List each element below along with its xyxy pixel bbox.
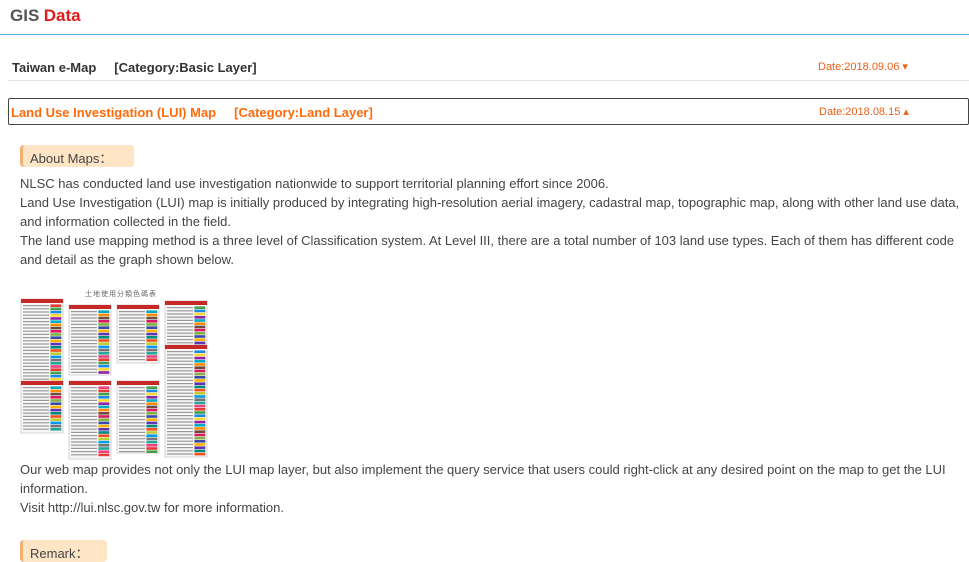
remark-label: Remark：	[20, 540, 107, 562]
about-paragraph: Our web map provides not only the LUI ma…	[20, 462, 946, 496]
layer-category: [Category:Land Layer]	[234, 105, 373, 120]
figure-caption: 土地使用分類色碼表	[85, 290, 157, 298]
page-title-highlight: Data	[43, 6, 81, 25]
about-paragraph: Land Use Investigation (LUI) map is init…	[20, 195, 960, 229]
about-paragraph: Visit http://lui.nlsc.gov.tw for more in…	[20, 500, 284, 515]
about-description-continued: Our web map provides not only the LUI ma…	[20, 460, 960, 517]
page-title-prefix: GIS	[10, 6, 40, 25]
layer-title: Taiwan e-Map [Category:Basic Layer]	[12, 60, 257, 75]
about-paragraph: NLSC has conducted land use investigatio…	[20, 176, 609, 191]
layer-name: Land Use Investigation (LUI) Map	[11, 105, 217, 120]
layer-row-lui-map[interactable]: Land Use Investigation (LUI) Map [Categor…	[8, 98, 969, 125]
color-code-table-graphic	[20, 298, 208, 460]
page-title: GIS Data	[10, 6, 969, 34]
header-divider	[0, 34, 969, 35]
about-maps-label: About Maps：	[20, 145, 134, 167]
about-paragraph: The land use mapping method is a three l…	[20, 233, 955, 267]
layer-date-toggle[interactable]: Date:2018.08.15 ▴	[819, 105, 909, 118]
layer-date-toggle[interactable]: Date:2018.09.06 ▾	[818, 60, 908, 73]
layer-title: Land Use Investigation (LUI) Map [Categor…	[11, 105, 373, 120]
layer-row-taiwan-emap[interactable]: Taiwan e-Map [Category:Basic Layer] Date:…	[8, 54, 969, 81]
layer-name: Taiwan e-Map	[12, 60, 97, 75]
land-use-color-code-table-image: 土地使用分類色碼表	[19, 289, 219, 461]
layer-category: [Category:Basic Layer]	[114, 60, 257, 75]
about-description: NLSC has conducted land use investigatio…	[20, 174, 960, 269]
